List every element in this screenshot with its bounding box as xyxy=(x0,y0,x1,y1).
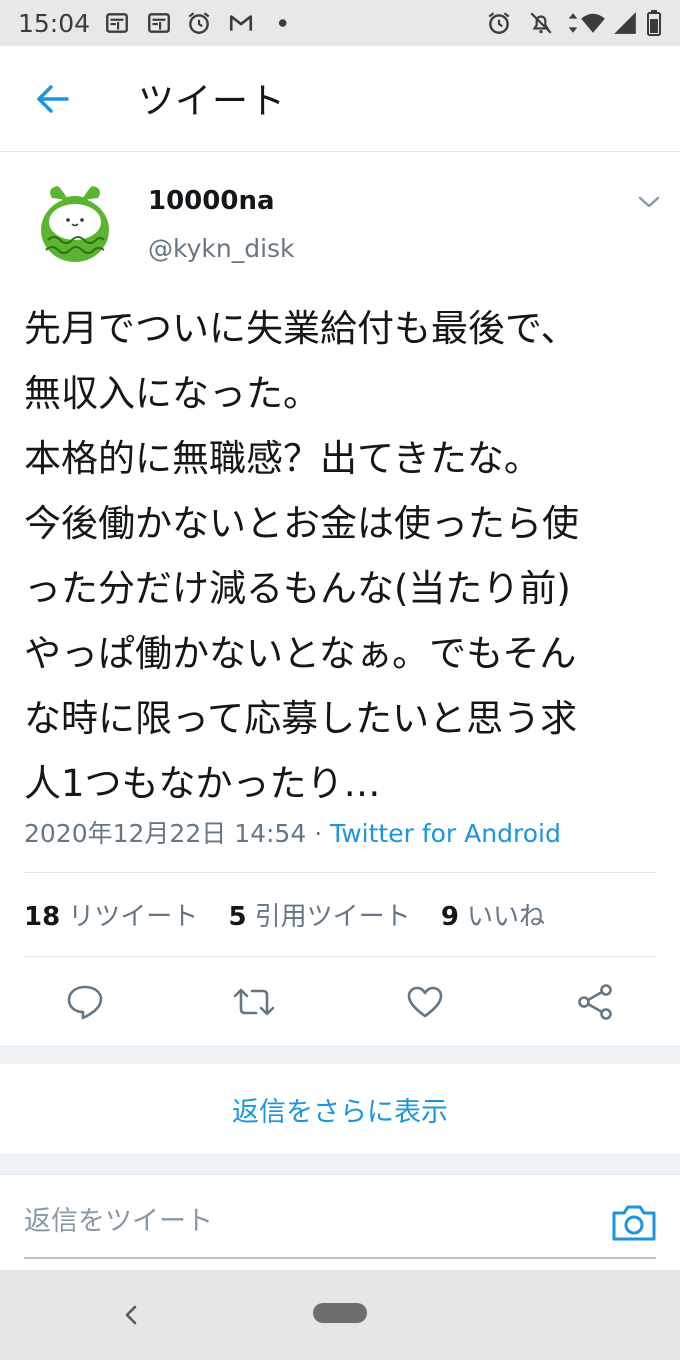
tweet-actions xyxy=(0,972,680,1032)
tweet-stats: 18 リツイート 5 引用ツイート 9 いいね xyxy=(24,896,567,933)
nav-back-button[interactable] xyxy=(118,1300,144,1330)
tweet-text: 先月でついに失業給付も最後で、 無収入になった。 本格的に無職感？出てきたな。 … xyxy=(24,296,664,816)
tweet-text-line: 人1つもなかったり… xyxy=(24,762,381,805)
tweet-text-line: な時に限って応募したいと思う求 xyxy=(24,697,578,740)
quote-count: 5 xyxy=(228,902,247,932)
retweet-button[interactable] xyxy=(232,980,276,1024)
retweet-icon xyxy=(233,988,275,1016)
meta-separator: · xyxy=(306,819,331,848)
status-time: 15:04 xyxy=(18,9,91,38)
divider xyxy=(24,956,656,957)
quote-label: 引用ツイート xyxy=(254,902,411,932)
wifi-icon xyxy=(580,10,606,36)
gmail-icon xyxy=(228,10,254,36)
retweet-count: 18 xyxy=(24,902,61,932)
show-more-replies-button[interactable]: 返信をさらに表示 xyxy=(0,1064,680,1154)
camera-button[interactable] xyxy=(610,1201,658,1245)
share-icon xyxy=(578,984,612,1020)
battery-icon xyxy=(646,10,664,36)
like-count: 9 xyxy=(440,902,459,932)
tweet-source-link[interactable]: Twitter for Android xyxy=(330,819,561,848)
chevron-left-icon xyxy=(125,1305,137,1325)
arrow-left-icon xyxy=(37,85,69,113)
chevron-down-icon xyxy=(638,196,660,208)
document-icon xyxy=(104,10,130,36)
quote-stat[interactable]: 5 引用ツイート xyxy=(228,896,410,933)
tweet-text-line: った分だけ減るもんな(当たり前) xyxy=(24,567,571,610)
like-stat[interactable]: 9 いいね xyxy=(441,896,545,933)
reply-icon xyxy=(67,985,103,1020)
tweet-timestamp: 2020年12月22日 14:54 xyxy=(24,819,307,848)
mute-icon xyxy=(528,10,554,36)
reply-button[interactable] xyxy=(63,980,107,1024)
dot-icon xyxy=(274,10,300,36)
section-gap xyxy=(0,1154,680,1174)
back-button[interactable] xyxy=(28,76,78,122)
alarm-icon xyxy=(486,10,512,36)
like-icon xyxy=(407,986,443,1018)
app-header: ツイート xyxy=(0,46,680,152)
page-title: ツイート xyxy=(138,81,287,122)
alarm-icon xyxy=(186,10,212,36)
divider xyxy=(24,872,656,873)
tweet-text-line: 先月でついに失業給付も最後で、 xyxy=(24,307,578,350)
tweet-text-line: 今後働かないとお金は使ったら使 xyxy=(24,502,579,545)
reply-composer: 返信をツイート xyxy=(0,1174,680,1270)
retweet-label: リツイート xyxy=(68,902,199,932)
signal-icon xyxy=(612,10,638,36)
reply-input-underline xyxy=(24,1257,656,1259)
display-name[interactable]: 10000na xyxy=(148,186,275,216)
section-gap xyxy=(0,1046,680,1064)
camera-icon xyxy=(612,1205,656,1241)
data-arrows-icon xyxy=(566,10,580,36)
tweet-text-line: やっぱ働かないとなぁ。でもそん xyxy=(24,632,577,675)
home-pill-button[interactable] xyxy=(313,1303,367,1323)
avatar[interactable] xyxy=(32,178,118,264)
tweet-meta: 2020年12月22日 14:54 · Twitter for Android xyxy=(24,814,561,850)
share-button[interactable] xyxy=(573,980,617,1024)
document-icon xyxy=(146,10,172,36)
tweet-text-line: 無収入になった。 xyxy=(24,372,320,415)
user-handle[interactable]: @kykn_disk xyxy=(148,234,295,263)
status-bar: 15:04 xyxy=(0,0,680,46)
reply-input[interactable]: 返信をツイート xyxy=(24,1197,584,1247)
tweet-menu-button[interactable] xyxy=(632,190,666,216)
tweet-text-line: 本格的に無職感？出てきたな。 xyxy=(24,437,541,480)
like-label: いいね xyxy=(466,902,545,932)
like-button[interactable] xyxy=(403,980,447,1024)
retweet-stat[interactable]: 18 リツイート xyxy=(24,896,198,933)
